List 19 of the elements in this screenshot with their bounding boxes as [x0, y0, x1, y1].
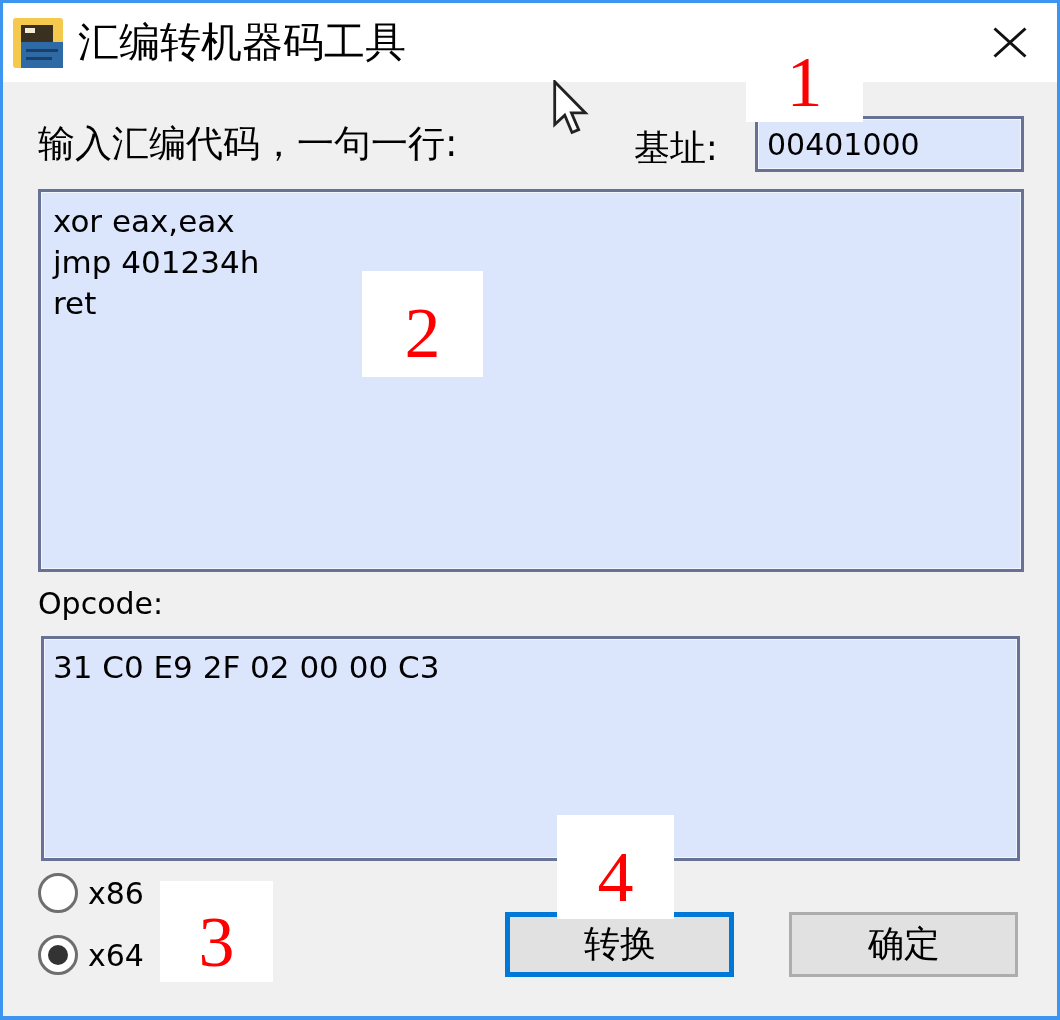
- code-line: jmp 401234h: [53, 243, 260, 282]
- radio-label[interactable]: x64: [88, 938, 144, 972]
- code-line: xor eax,eax: [53, 202, 235, 241]
- callout-number: 3: [160, 881, 273, 982]
- close-icon[interactable]: [993, 27, 1027, 58]
- window-title: 汇编转机器码工具: [78, 19, 406, 66]
- opcode-label: Opcode:: [38, 586, 164, 622]
- confirm-button[interactable]: 确定: [789, 912, 1018, 977]
- base-address-field[interactable]: 00401000: [755, 116, 1024, 172]
- app-icon: [13, 17, 63, 68]
- convert-button[interactable]: 转换: [505, 912, 734, 977]
- callout-number: 2: [362, 271, 483, 377]
- radio-label[interactable]: x86: [88, 876, 144, 910]
- base-address-label: 基址:: [633, 127, 718, 169]
- code-line: ret: [53, 284, 97, 323]
- code-input-label: 输入汇编代码，一句一行:: [38, 122, 458, 166]
- radio-button[interactable]: [38, 935, 78, 975]
- radio-button[interactable]: [38, 873, 78, 913]
- callout-number: 4: [557, 815, 674, 919]
